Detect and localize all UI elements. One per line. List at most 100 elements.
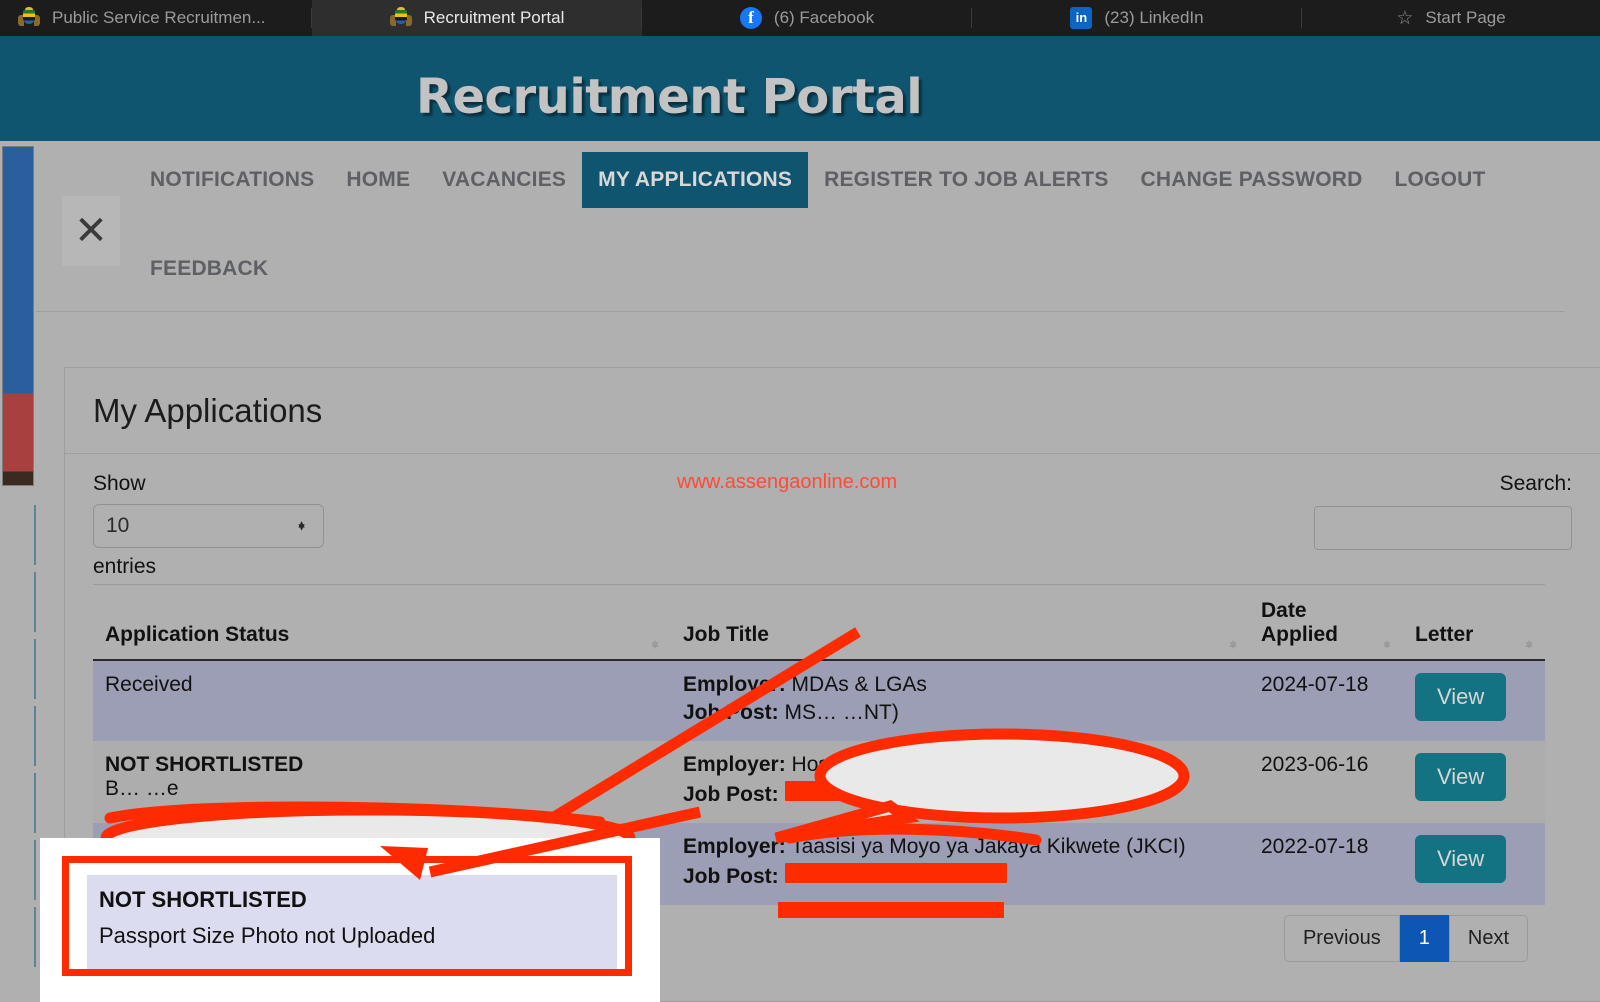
show-label: Show — [93, 472, 146, 495]
browser-tab-facebook[interactable]: f (6) Facebook — [642, 0, 972, 36]
close-icon[interactable]: ✕ — [62, 196, 120, 266]
view-letter-button[interactable]: View — [1415, 753, 1507, 801]
status-text: Received — [105, 673, 193, 696]
entries-per-page-value: 10 — [106, 514, 130, 537]
browser-tab-label: Start Page — [1425, 8, 1506, 27]
callout-reason-text: Passport Size Photo not Uploaded — [99, 923, 436, 948]
magnified-callout: NOT SHORTLISTED Passport Size Photo not … — [40, 838, 660, 1002]
employer-line: Employer: MDAs & LGAs — [683, 673, 1241, 697]
jobpost-line: Job Post: — [683, 863, 1241, 889]
column-label: Application Status — [105, 623, 290, 646]
callout-content: NOT SHORTLISTED Passport Size Photo not … — [87, 875, 617, 969]
column-label-line1: Date — [1261, 599, 1307, 622]
sort-arrows-icon[interactable]: ▲ ▼ — [1227, 637, 1239, 651]
table-toolbar: Show 10 ▲ ▼ entries Search: — [93, 454, 1572, 584]
panel-title: My Applications — [93, 391, 323, 429]
column-label-line2: Applied — [1261, 623, 1338, 646]
nav-item-change-password[interactable]: CHANGE PASSWORD — [1125, 152, 1379, 208]
cell-application-status: Received — [93, 660, 671, 741]
page-title: Recruitment Portal — [416, 69, 923, 125]
column-header-date-applied[interactable]: Date Applied ▲ ▼ — [1249, 584, 1403, 661]
sort-arrows-icon[interactable]: ▲ ▼ — [649, 637, 661, 651]
nav-item-register-to-job-alerts[interactable]: REGISTER TO JOB ALERTS — [808, 152, 1124, 208]
employer-label: Employer: — [683, 673, 786, 696]
employer-line: Employer: Hos… — [683, 753, 1241, 777]
jobpost-line: Job Post: MS… …NT) — [683, 701, 1241, 725]
length-control: Show 10 ▲ ▼ entries — [93, 472, 324, 579]
cell-application-status: NOT SHORTLISTED B… …e — [93, 741, 671, 823]
browser-tab-label: (23) LinkedIn — [1104, 8, 1204, 27]
column-header-letter[interactable]: Letter ▲ ▼ — [1403, 584, 1545, 661]
view-letter-button[interactable]: View — [1415, 835, 1507, 883]
employer-value: Taasisi ya Moyo ya Jakaya Kikwete (JKCI) — [791, 835, 1186, 858]
redacted-jobpost — [784, 781, 965, 801]
jobpost-label: Job Post: — [683, 865, 779, 888]
column-label: Job Title — [683, 623, 769, 646]
pagination-page-1-button[interactable]: 1 — [1399, 915, 1449, 962]
browser-tab-start-page[interactable]: ☆ Start Page — [1302, 0, 1600, 36]
entries-per-page-select[interactable]: 10 ▲ ▼ — [93, 504, 324, 548]
browser-tab-linkedin[interactable]: in (23) LinkedIn — [972, 0, 1302, 36]
cell-job-title: Employer: Taasisi ya Moyo ya Jakaya Kikw… — [671, 823, 1249, 905]
browser-tab-label: (6) Facebook — [773, 8, 875, 27]
pagination-previous-button[interactable]: Previous — [1283, 915, 1400, 962]
callout-status-text: NOT SHORTLISTED — [99, 887, 307, 912]
pagination-next-button[interactable]: Next — [1448, 915, 1528, 962]
site-header: Recruitment Portal — [0, 36, 1600, 141]
table-row: Received Employer: MDAs & LGAs Job Post:… — [93, 660, 1545, 741]
sort-arrows-icon[interactable]: ▲ ▼ — [1381, 637, 1393, 651]
nav-item-my-applications[interactable]: MY APPLICATIONS — [582, 152, 809, 208]
nav-item-feedback[interactable]: FEEDBACK — [134, 241, 284, 297]
stepper-arrows-icon: ▲ ▼ — [296, 518, 307, 534]
screenshot-root: Public Service Recruitmen... Recruitment… — [0, 0, 1600, 1002]
employer-label: Employer: — [683, 753, 786, 776]
coat-of-arms-icon — [18, 7, 40, 29]
cell-job-title: Employer: Hos… Job Post: — [671, 741, 1249, 823]
cell-letter: View — [1403, 660, 1545, 741]
star-icon: ☆ — [1396, 7, 1414, 29]
nav-item-home[interactable]: HOME — [330, 152, 426, 208]
search-input[interactable] — [1314, 506, 1572, 550]
cell-date-applied: 2024-07-18 — [1249, 660, 1403, 741]
entries-label: entries — [93, 555, 157, 578]
view-letter-button[interactable]: View — [1415, 673, 1507, 721]
cell-job-title: Employer: MDAs & LGAs Job Post: MS… …NT) — [671, 660, 1249, 741]
browser-tab-label: Public Service Recruitmen... — [52, 8, 266, 27]
jobpost-label: Job Post: — [683, 783, 779, 806]
status-note: B… …e — [105, 777, 179, 800]
facebook-icon: f — [739, 7, 762, 29]
cell-letter: View — [1403, 823, 1545, 905]
panel-header: My Applications — [65, 368, 1600, 454]
nav-item-logout[interactable]: LOGOUT — [1378, 152, 1501, 208]
search-control: Search: — [1314, 472, 1572, 550]
employer-label: Employer: — [683, 835, 786, 858]
jobpost-label: Job Post: — [683, 701, 779, 724]
employer-line: Employer: Taasisi ya Moyo ya Jakaya Kikw… — [683, 835, 1241, 859]
jobpost-value: MS… …NT) — [784, 701, 899, 724]
employer-value: MDAs & LGAs — [791, 673, 927, 696]
edge-photo-thumbnail — [2, 146, 34, 486]
column-header-job-title[interactable]: Job Title ▲ ▼ — [671, 584, 1249, 661]
column-label: Letter — [1415, 623, 1474, 646]
main-navigation: ✕ NOTIFICATIONS HOME VACANCIES MY APPLIC… — [36, 141, 1564, 312]
linkedin-icon: in — [1070, 7, 1093, 29]
browser-tab-public-service[interactable]: Public Service Recruitmen... — [0, 0, 312, 36]
callout-border: NOT SHORTLISTED Passport Size Photo not … — [62, 856, 632, 976]
cell-letter: View — [1403, 741, 1545, 823]
nav-item-notifications[interactable]: NOTIFICATIONS — [134, 152, 330, 208]
status-text: NOT SHORTLISTED — [105, 753, 304, 776]
table-header-row: Application Status ▲ ▼ Job Title ▲ ▼ Date … — [93, 584, 1545, 661]
employer-value: Hos… — [791, 753, 850, 776]
pagination: Previous 1 Next — [1283, 915, 1528, 962]
browser-tab-strip: Public Service Recruitmen... Recruitment… — [0, 0, 1600, 36]
redacted-jobpost — [784, 863, 1007, 883]
browser-tab-recruitment-portal[interactable]: Recruitment Portal — [312, 0, 642, 36]
jobpost-line: Job Post: — [683, 781, 1241, 807]
search-label: Search: — [1499, 472, 1572, 495]
cell-date-applied: 2023-06-16 — [1249, 741, 1403, 823]
nav-item-vacancies[interactable]: VACANCIES — [426, 152, 582, 208]
sort-arrows-icon[interactable]: ▲ ▼ — [1523, 637, 1535, 651]
column-header-application-status[interactable]: Application Status ▲ ▼ — [93, 584, 671, 661]
table-row: NOT SHORTLISTED B… …e Employer: Hos… Job… — [93, 741, 1545, 823]
coat-of-arms-icon — [389, 7, 412, 29]
